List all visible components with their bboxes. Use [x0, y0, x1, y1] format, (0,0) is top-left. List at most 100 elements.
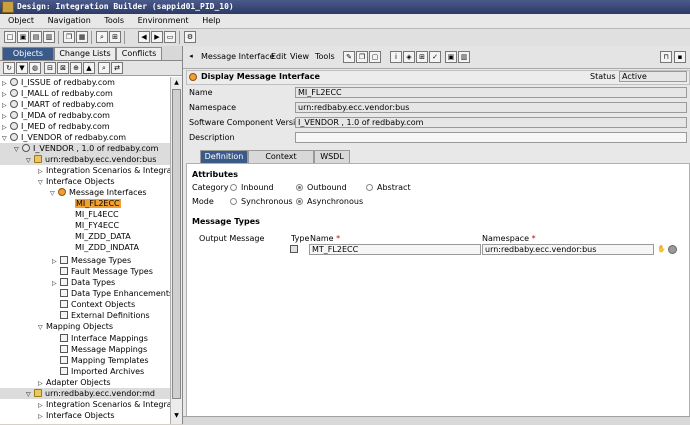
tree-item[interactable]: ▷ Data Types [52, 277, 115, 288]
sync-icon[interactable]: ⇄ [111, 62, 123, 74]
tab-context-objects[interactable]: Context Objects [248, 150, 314, 173]
tree-item[interactable]: Fault Message Types [60, 266, 153, 277]
find-icon[interactable]: ⌕ [96, 31, 108, 43]
category-outbound-radio[interactable] [296, 184, 303, 191]
mode-asynchronous-radio[interactable] [296, 198, 303, 205]
tree-item[interactable]: Message Mappings [60, 344, 147, 355]
history-icon[interactable]: ▭ [164, 31, 176, 43]
copy-icon[interactable]: ❐ [63, 31, 75, 43]
back-icon[interactable]: ◀ [138, 31, 150, 43]
menu-help[interactable]: Help [202, 16, 220, 25]
scroll-thumb[interactable] [172, 89, 181, 399]
tree-item[interactable]: ▷Integration Scenarios & Integration [38, 399, 170, 410]
open-icon[interactable]: ▣ [17, 31, 29, 43]
swc-icon[interactable]: ◍ [29, 62, 41, 74]
tree-icon[interactable]: ⊞ [109, 31, 121, 43]
group-icon[interactable]: ⊠ [57, 62, 69, 74]
paste-icon[interactable]: ▦ [76, 31, 88, 43]
tree-item[interactable]: ▷ I_MDA of redbaby.com [2, 110, 110, 121]
collapse-arrow-icon[interactable]: ▽ [38, 177, 44, 188]
collapse-arrow-icon[interactable]: ▽ [38, 322, 44, 333]
tree-item[interactable]: ▽ Interface Objects [38, 176, 115, 187]
where-used-icon[interactable]: ⊞ [416, 51, 428, 63]
tree-item[interactable]: Mapping Templates [60, 355, 149, 366]
tree-item[interactable]: ▽ urn:redbaby.ecc.vendor:md [0, 388, 170, 399]
tree-item[interactable]: Interface Mappings [60, 333, 148, 344]
close-editor-icon[interactable]: ▪ [674, 51, 686, 63]
collapse-arrow-icon[interactable]: ▽ [50, 188, 56, 199]
forward-icon[interactable]: ▶ [151, 31, 163, 43]
tree-item[interactable]: ▽ I_VENDOR , 1.0 of redbaby.com [0, 143, 170, 154]
filter-icon[interactable]: ▼ [16, 62, 28, 74]
tree-item[interactable]: ▷ Interface Objects [38, 410, 115, 421]
mode-synchronous-radio[interactable] [230, 198, 237, 205]
hierarchy-icon[interactable]: ⊟ [44, 62, 56, 74]
tab-definition[interactable]: Definition [200, 150, 248, 163]
tree-item[interactable]: ▽ I_VENDOR of redbaby.com [2, 132, 126, 143]
tree-item[interactable]: MI_ZDD_DATA [75, 231, 131, 242]
tree-item[interactable]: ▷ I_ISSUE of redbaby.com [2, 77, 115, 88]
menu-view[interactable]: View [290, 46, 309, 68]
history-icon[interactable]: ◈ [403, 51, 415, 63]
scroll-down-icon[interactable]: ▼ [172, 411, 181, 421]
menu-environment[interactable]: Environment [138, 16, 189, 25]
menu-edit[interactable]: Edit [271, 46, 287, 68]
tab-conflicts[interactable]: Conflicts [116, 47, 162, 60]
menu-navigation[interactable]: Navigation [48, 16, 91, 25]
print-icon[interactable]: ▥ [458, 51, 470, 63]
expand-arrow-icon[interactable]: ▷ [52, 256, 58, 267]
tree-item[interactable]: MI_ZDD_INDATA [75, 242, 139, 253]
collapse-arrow-icon[interactable]: ▽ [26, 389, 32, 400]
tab-objects[interactable]: Objects [2, 47, 54, 60]
print-icon[interactable]: ▥ [43, 31, 55, 43]
tree-item[interactable]: External Definitions [60, 310, 150, 321]
expand-arrow-icon[interactable]: ▷ [38, 411, 44, 422]
value-help-icon[interactable]: ✋ [657, 244, 666, 254]
save-icon[interactable]: ▤ [30, 31, 42, 43]
menu-tools[interactable]: Tools [104, 16, 124, 25]
output-message-namespace-field[interactable]: urn:redbaby.ecc.vendor:bus [482, 244, 654, 255]
category-abstract-radio[interactable] [366, 184, 373, 191]
description-field[interactable] [295, 132, 687, 143]
category-inbound-radio[interactable] [230, 184, 237, 191]
tree-scrollbar[interactable]: ▲ ▼ [170, 77, 182, 424]
check-icon[interactable]: ✓ [429, 51, 441, 63]
tree-item[interactable]: ▷ Message Types [52, 255, 131, 266]
collapse-left-icon[interactable]: ◂ [187, 51, 195, 61]
tree-item[interactable]: Imported Archives [60, 366, 144, 377]
copy-object-icon[interactable]: ❐ [356, 51, 368, 63]
tree-item[interactable]: ▷ I_MALL of redbaby.com [2, 88, 113, 99]
tree-item[interactable]: Context Objects [60, 299, 135, 310]
navigate-icon[interactable] [668, 245, 677, 254]
menu-tools[interactable]: Tools [315, 46, 335, 68]
menu-message-interface[interactable]: Message Interface [201, 46, 274, 68]
tab-change-lists[interactable]: Change Lists [54, 47, 116, 60]
up-icon[interactable]: ▲ [83, 62, 95, 74]
tree-item[interactable]: ▷ Adapter Objects [38, 377, 111, 388]
tree-item[interactable]: MI_FY4ECC [75, 220, 119, 231]
expand-arrow-icon[interactable]: ▷ [52, 278, 58, 289]
tree-item[interactable]: ▽ urn:redbaby.ecc.vendor:bus [0, 154, 170, 165]
tree-item[interactable]: ▽ Mapping Objects [38, 321, 113, 332]
delete-icon[interactable]: ▢ [369, 51, 381, 63]
tree-item[interactable]: ▽ Message Interfaces [50, 187, 147, 198]
lock-icon[interactable]: ⊓ [660, 51, 672, 63]
tree-item-selected[interactable]: MI_FL2ECC [75, 198, 121, 209]
references-icon[interactable]: ▣ [445, 51, 457, 63]
new-icon[interactable]: □ [4, 31, 16, 43]
search-icon[interactable]: ⌕ [98, 62, 110, 74]
tree-item[interactable]: ▷ I_MART of redbaby.com [2, 99, 114, 110]
tab-wsdl[interactable]: WSDL [314, 150, 350, 163]
scroll-up-icon[interactable]: ▲ [172, 78, 181, 88]
output-message-name-field[interactable]: MT_FL2ECC [309, 244, 481, 255]
tree-item[interactable]: ▷Integration Scenarios & Integration [38, 165, 170, 176]
tree-item[interactable]: MI_FL4ECC [75, 209, 119, 220]
expand-icon[interactable]: ⊕ [70, 62, 82, 74]
tree-item[interactable]: Data Type Enhancements [60, 288, 170, 299]
settings-icon[interactable]: ⚙ [184, 31, 196, 43]
tree-item[interactable]: ▷ I_MED of redbaby.com [2, 121, 110, 132]
collapse-arrow-icon[interactable]: ▽ [26, 155, 32, 166]
info-icon[interactable]: i [390, 51, 402, 63]
refresh-icon[interactable]: ↻ [3, 62, 15, 74]
edit-icon[interactable]: ✎ [343, 51, 355, 63]
